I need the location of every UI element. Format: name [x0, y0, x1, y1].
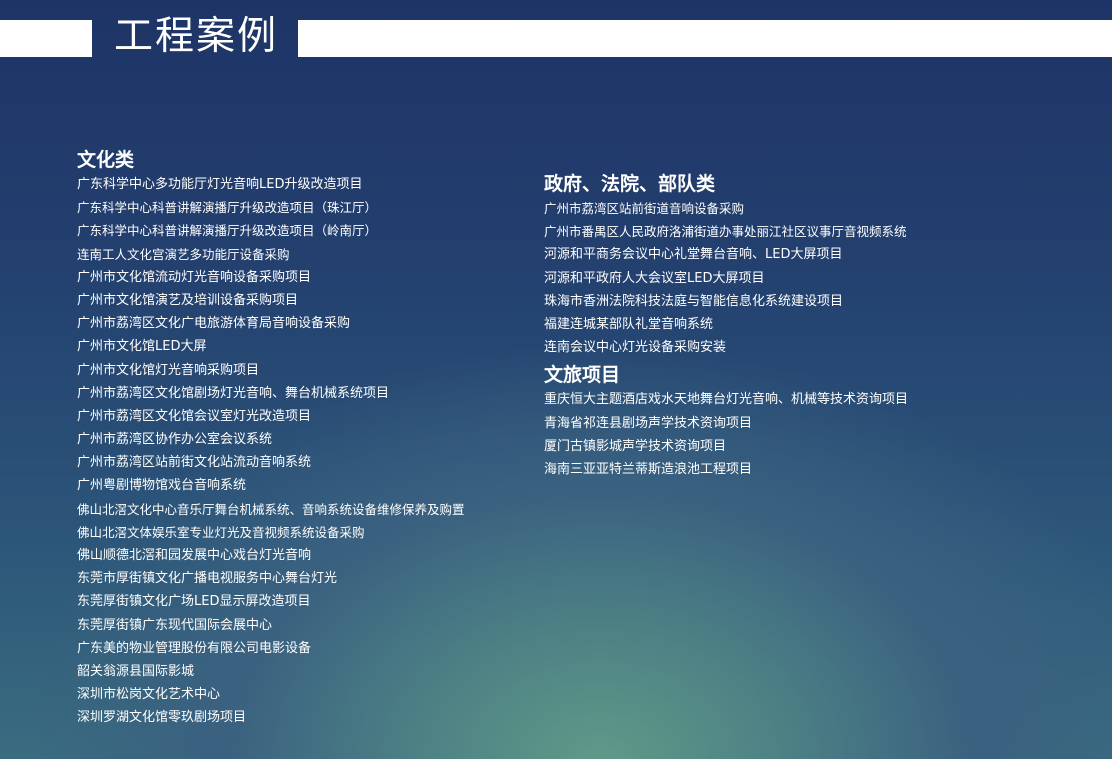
- project-item: 广州市文化馆灯光音响采购项目: [77, 362, 260, 378]
- project-item: 广州市荔湾区文化广电旅游体育局音响设备采购: [77, 316, 351, 332]
- project-item: 广州市文化馆LED大屏: [77, 339, 207, 355]
- column-right: 政府、法院、部队类 广州市荔湾区站前街道音响设备采购广州市番禺区人民政府洛浦街道…: [544, 172, 1104, 481]
- section-title-tourism: 文旅项目: [544, 364, 621, 387]
- project-item: 广州市荔湾区站前街道音响设备采购: [544, 201, 745, 216]
- title-bar-left: [0, 20, 92, 57]
- project-item: 广州粤剧博物馆戏台音响系统: [77, 478, 247, 494]
- project-item: 佛山北滘文化中心音乐厅舞台机械系统、音响系统设备维修保养及购置: [77, 501, 465, 517]
- column-left: 文化类 广东科学中心多功能厅灯光音响LED升级改造项目 广东科学中心科普讲解演播厅…: [77, 148, 547, 730]
- project-item: 广州市文化馆演艺及培训设备采购项目: [77, 292, 299, 308]
- project-item: 连南会议中心灯光设备采购安装: [544, 340, 727, 356]
- project-item: 广州市荔湾区协作办公室会议系统: [77, 432, 273, 448]
- project-item: 海南三亚亚特兰蒂斯造浪池工程项目: [544, 461, 753, 477]
- project-item: 东莞厚街镇文化广场LED显示屏改造项目: [77, 594, 311, 610]
- project-item: 广州市文化馆流动灯光音响设备采购项目: [77, 269, 312, 285]
- section-title-culture: 文化类: [77, 149, 135, 171]
- project-item: 福建连城某部队礼堂音响系统: [544, 316, 714, 332]
- project-item: 连南工人文化宫演艺多功能厅设备采购: [77, 246, 290, 262]
- page-title: 工程案例: [114, 14, 279, 59]
- project-item: 广州市番禺区人民政府洛浦街道办事处丽江社区议事厅音视频系统: [544, 224, 907, 240]
- project-item: 深圳市松岗文化艺术中心: [77, 687, 221, 703]
- project-item: 河源和平政府人大会议室LED大屏项目: [544, 270, 765, 286]
- project-item: 广州市荔湾区文化馆剧场灯光音响、舞台机械系统项目: [77, 385, 390, 401]
- list-government: 广州市荔湾区站前街道音响设备采购广州市番禺区人民政府洛浦街道办事处丽江社区议事厅…: [544, 197, 1104, 359]
- project-item: 东莞厚街镇广东现代国际会展中心: [77, 617, 273, 633]
- project-item: 青海省祁连县剧场声学技术资询项目: [544, 415, 753, 431]
- project-item: 广州市荔湾区站前街文化站流动音响系统: [77, 455, 312, 471]
- project-item: 佛山顺德北滘和园发展中心戏台灯光音响: [77, 548, 312, 563]
- project-item: 广东科学中心科普讲解演播厅升级改造项目（珠江厅）: [77, 200, 378, 216]
- project-item: 韶关翁源县国际影城: [77, 663, 195, 679]
- list-tourism: 重庆恒大主题酒店戏水天地舞台灯光音响、机械等技术资询项目 青海省祁连县剧场声学技术…: [544, 388, 1104, 481]
- project-item: 河源和平商务会议中心礼堂舞台音响、LED大屏项目: [544, 247, 843, 263]
- project-item: 东莞市厚街镇文化广播电视服务中心舞台灯光: [77, 571, 338, 587]
- section-title-government: 政府、法院、部队类: [544, 173, 716, 195]
- project-item: 重庆恒大主题酒店戏水天地舞台灯光音响、机械等技术资询项目: [544, 392, 909, 408]
- project-item: 珠海市香洲法院科技法庭与智能信息化系统建设项目: [544, 293, 844, 309]
- title-bar-right: [298, 20, 1112, 57]
- project-item: 广东科学中心多功能厅灯光音响LED升级改造项目: [77, 177, 363, 192]
- project-item: 广东美的物业管理股份有限公司电影设备: [77, 640, 312, 656]
- project-item: 深圳罗湖文化馆零玖剧场项目: [77, 710, 247, 726]
- project-item: 厦门古镇影城声学技术资询项目: [544, 438, 727, 454]
- list-culture: 广东科学中心多功能厅灯光音响LED升级改造项目 广东科学中心科普讲解演播厅升级改造…: [77, 173, 547, 730]
- project-item: 广州市荔湾区文化馆会议室灯光改造项目: [77, 408, 312, 424]
- project-item: 佛山北滘文体娱乐室专业灯光及音视频系统设备采购: [77, 524, 365, 540]
- project-item: 广东科学中心科普讲解演播厅升级改造项目（岭南厅）: [77, 223, 378, 239]
